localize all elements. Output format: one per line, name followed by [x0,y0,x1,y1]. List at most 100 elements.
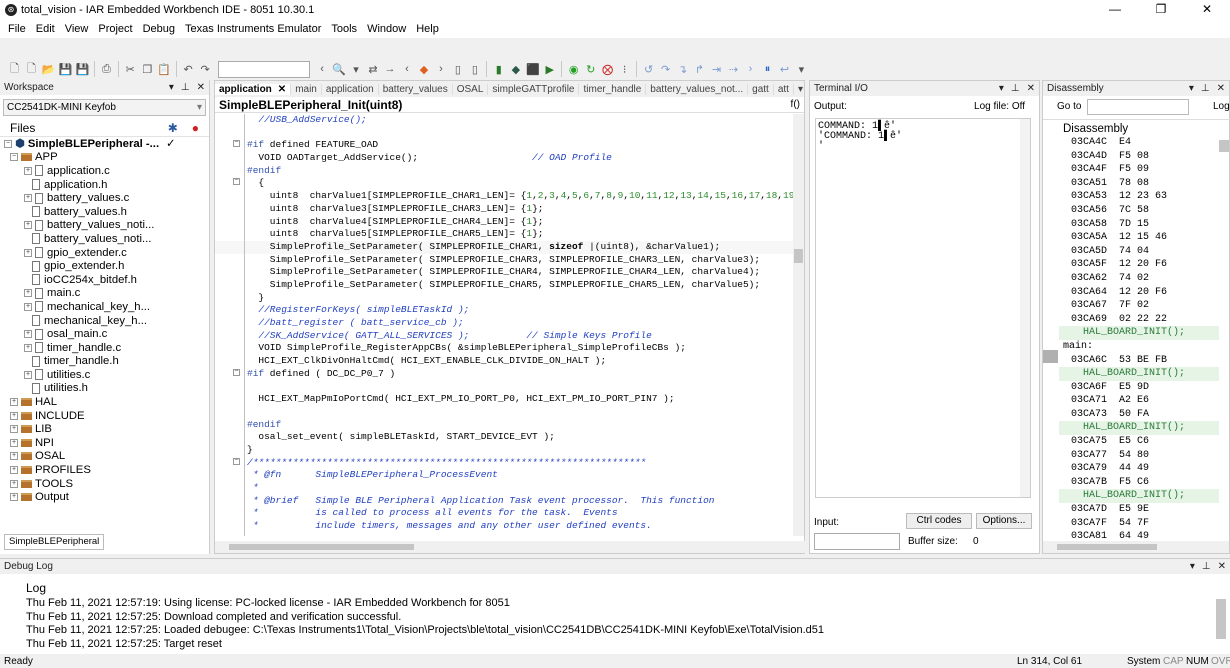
tab-list-icon[interactable]: ▾ [794,84,804,95]
goto-line-icon[interactable]: → [383,61,398,77]
asm-line[interactable]: 03CA4F F5 09 [1059,163,1219,177]
chevron-left-icon[interactable]: ‹ [315,61,330,77]
stop-debug-icon[interactable]: ⨂ [600,61,615,77]
tree-file[interactable]: + battery_values.c [4,191,209,205]
page-icon[interactable]: ▯ [450,61,465,77]
vertical-scrollbar[interactable] [793,114,804,536]
bookmark-icon[interactable]: ◆ [416,61,431,77]
disassembly-list[interactable]: 03CA4C E4 03CA4D F5 08 03CA4F F5 09 03CA51 … [1059,136,1219,544]
stop-icon[interactable]: ↩ [777,61,792,77]
new-doc-icon[interactable]: 🗋 [24,61,39,77]
toggle-breakpoint-icon[interactable]: ▶ [542,61,557,77]
code-line[interactable]: } [215,292,795,305]
asm-line[interactable]: 03CA4D F5 08 [1059,150,1219,164]
editor-tab[interactable]: att [774,83,794,95]
label-line[interactable]: main: [1059,340,1219,354]
source-line[interactable]: HAL_BOARD_INIT(); [1059,326,1219,340]
code-line[interactable]: uint8 charValue4[SIMPLEPROFILE_CHAR4_LEN… [215,216,795,229]
asm-line[interactable]: 03CA62 74 02 [1059,272,1219,286]
tree-file[interactable]: + battery_values_noti... [4,219,209,233]
run-to-cursor-icon[interactable]: ⇢ [726,61,741,77]
horizontal-scrollbar[interactable] [215,541,806,553]
disassembly-scroll-thumb[interactable] [1219,140,1229,152]
tree-file[interactable]: + gpio_extender.c [4,246,209,260]
tree-folder[interactable]: + OSAL [4,450,209,464]
close-icon[interactable]: ✕ [1027,83,1035,94]
asm-line[interactable]: 03CA58 7D 15 [1059,218,1219,232]
dropdown-icon[interactable]: ▾ [1189,83,1194,94]
maximize-button[interactable]: ❐ [1138,0,1184,19]
editor-tab[interactable]: timer_handle [579,83,647,95]
download-debug-icon[interactable]: ◉ [566,61,581,77]
step-over-icon[interactable]: ↷ [658,61,673,77]
terminal-scrollbar[interactable] [1020,119,1030,497]
tree-file[interactable]: + osal_main.c [4,327,209,341]
asm-line[interactable]: 03CA71 A2 E6 [1059,394,1219,408]
project-node[interactable]: − ⬢ SimpleBLEPeripheral -... ✓ [4,137,209,151]
tree-file[interactable]: battery_values_noti... [4,232,209,246]
asm-line[interactable]: 03CA53 12 23 63 [1059,190,1219,204]
code-line[interactable]: //batt_register ( batt_service_cb ); [215,317,795,330]
disassembly-hscroll[interactable] [1043,541,1229,553]
asm-line[interactable]: 03CA75 E5 C6 [1059,435,1219,449]
collapse-icon[interactable]: − [10,153,18,162]
save-icon[interactable]: 💾 [58,61,73,77]
close-tab-icon[interactable]: ✕ [272,84,286,95]
pin-icon[interactable]: ⊥ [1202,561,1211,572]
tree-file[interactable]: utilities.h [4,382,209,396]
dropdown-icon[interactable]: ▾ [169,82,174,93]
code-line[interactable]: HCI_EXT_ClkDivOnHaltCmd( HCI_EXT_ENABLE_… [215,355,795,368]
break-icon[interactable]: ⏸ [760,61,775,77]
code-line[interactable]: osal_set_event( simpleBLETaskId, START_D… [215,431,795,444]
code-line[interactable]: VOID SimpleProfile_RegisterAppCBs( &simp… [215,342,795,355]
asm-line[interactable]: 03CA67 7F 02 [1059,299,1219,313]
code-line[interactable]: −/**************************************… [215,457,795,470]
log-scroll-thumb[interactable] [1216,599,1226,639]
source-line[interactable]: HAL_BOARD_INIT(); [1059,489,1219,504]
code-line[interactable]: SimpleProfile_SetParameter( SIMPLEPROFIL… [215,266,795,279]
close-button[interactable]: ✕ [1184,0,1230,19]
tree-file[interactable]: application.h [4,178,209,192]
code-line[interactable]: #endif [215,165,795,178]
asm-line[interactable]: 03CA56 7C 58 [1059,204,1219,218]
asm-line[interactable]: 03CA77 54 80 [1059,449,1219,463]
goto-input[interactable] [1087,99,1189,115]
forward-icon[interactable]: › [433,61,448,77]
close-icon[interactable]: ✕ [1217,83,1225,94]
print-icon[interactable]: ⎙ [99,61,114,77]
copy-icon[interactable]: ❐ [140,61,155,77]
gear-icon[interactable]: ✱ [168,121,178,135]
dropdown-icon[interactable]: ▾ [999,83,1004,94]
asm-line[interactable]: 03CA5A 12 15 46 [1059,231,1219,245]
source-line[interactable]: HAL_BOARD_INIT(); [1059,367,1219,381]
expand-icon[interactable]: + [24,343,32,352]
tree-file[interactable]: ioCC254x_bitdef.h [4,273,209,287]
fold-icon[interactable]: − [233,178,240,186]
compile-icon[interactable]: ▮ [491,61,506,77]
asm-line[interactable]: 03CA7B F5 C6 [1059,476,1219,490]
editor-tab[interactable]: battery_values_not... [646,83,749,95]
source-line[interactable]: HAL_BOARD_INIT(); [1059,421,1219,436]
stop-build-icon[interactable]: ⬛ [525,61,540,77]
pin-icon[interactable]: ⊥ [1201,83,1210,94]
code-line[interactable]: SimpleProfile_SetParameter( SIMPLEPROFIL… [215,240,795,254]
expand-icon[interactable]: + [24,302,32,311]
minimize-button[interactable]: — [1092,0,1138,19]
asm-line[interactable]: 03CA64 12 20 F6 [1059,286,1219,300]
code-line[interactable]: − { [215,177,795,190]
expand-icon[interactable]: + [24,248,32,257]
menu-item-tools[interactable]: Tools [326,23,362,35]
configuration-select[interactable]: CC2541DK-MINI Keyfob [3,99,206,116]
fold-icon[interactable]: − [233,457,240,465]
asm-line[interactable]: 03CA5D 74 04 [1059,245,1219,259]
expand-icon[interactable]: + [24,370,32,379]
asm-line[interactable]: 03CA6C 53 BE FB [1059,354,1219,368]
function-name[interactable]: SimpleBLEPeripheral_Init(uint8) [219,98,402,112]
new-file-icon[interactable]: 🗋 [7,61,22,77]
expand-icon[interactable]: + [10,438,18,447]
asm-line[interactable]: 03CA6F E5 9D [1059,381,1219,395]
pin-icon[interactable]: ⊥ [1011,83,1020,94]
terminal-input[interactable] [814,533,900,550]
function-icon[interactable]: f() [791,99,800,110]
code-line[interactable] [215,406,795,419]
